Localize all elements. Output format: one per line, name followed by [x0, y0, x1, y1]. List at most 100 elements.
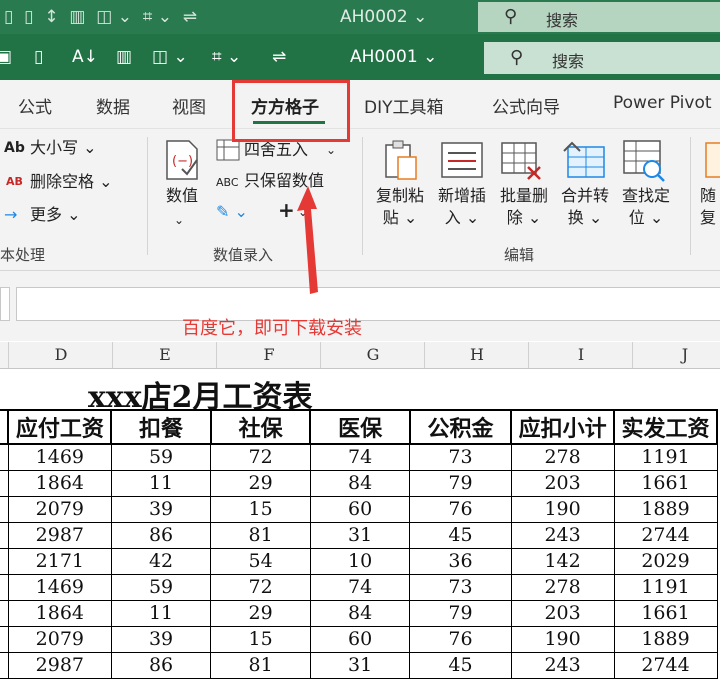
- table-cell[interactable]: 74: [309, 573, 411, 601]
- header-cell[interactable]: 应付工资: [7, 409, 113, 445]
- table-cell[interactable]: 45: [409, 521, 512, 549]
- column-header-h[interactable]: H: [424, 342, 529, 368]
- column-header-c[interactable]: [0, 342, 8, 368]
- table-cell[interactable]: 1661: [613, 469, 718, 497]
- table-cell[interactable]: [0, 495, 9, 523]
- table-cell[interactable]: 84: [309, 599, 411, 627]
- table-cell[interactable]: 2987: [7, 651, 112, 679]
- table-cell[interactable]: 81: [210, 521, 311, 549]
- table-cell[interactable]: 36: [409, 547, 512, 575]
- table-cell[interactable]: 2079: [7, 625, 112, 653]
- table-cell[interactable]: 2171: [7, 547, 112, 575]
- table-cell[interactable]: 1191: [613, 573, 718, 601]
- header-cell[interactable]: [0, 409, 10, 445]
- table-cell[interactable]: 243: [510, 651, 615, 679]
- table-cell[interactable]: 10: [309, 547, 411, 575]
- header-cell[interactable]: 应扣小计: [510, 409, 616, 445]
- table-cell[interactable]: 60: [309, 625, 411, 653]
- column-header-i[interactable]: I: [528, 342, 633, 368]
- table-cell[interactable]: 2029: [613, 547, 718, 575]
- table-cell[interactable]: 278: [510, 573, 615, 601]
- table-cell[interactable]: [0, 547, 9, 575]
- table-cell[interactable]: 74: [309, 443, 411, 471]
- table-row: 1864 11 29 84 79 203 1661: [0, 599, 718, 627]
- table-cell[interactable]: [0, 573, 9, 601]
- column-header-f[interactable]: F: [216, 342, 321, 368]
- table-cell[interactable]: 29: [210, 599, 311, 627]
- table-cell[interactable]: 39: [110, 495, 212, 523]
- column-header-row: D E F G H I J: [0, 342, 720, 369]
- table-cell[interactable]: 81: [210, 651, 311, 679]
- table-cell[interactable]: 1889: [613, 625, 718, 653]
- table-cell[interactable]: [0, 521, 9, 549]
- column-header-g[interactable]: G: [320, 342, 425, 368]
- column-header-d[interactable]: D: [8, 342, 113, 368]
- table-cell[interactable]: 31: [309, 521, 411, 549]
- table-cell[interactable]: 243: [510, 521, 615, 549]
- table-cell[interactable]: 1864: [7, 469, 112, 497]
- salary-table: 应付工资 扣餐 社保 医保 公积金 应扣小计 实发工资 1469 59 72 74 73…: [0, 409, 718, 679]
- table-row: 1864 11 29 84 79 203 1661: [0, 469, 718, 497]
- table-cell[interactable]: 1889: [613, 495, 718, 523]
- table-cell[interactable]: 11: [110, 469, 212, 497]
- table-cell[interactable]: 15: [210, 495, 311, 523]
- table-row: 2987 86 81 31 45 243 2744: [0, 651, 718, 679]
- table-cell[interactable]: [0, 651, 9, 679]
- table-cell[interactable]: 76: [409, 495, 512, 523]
- table-cell[interactable]: 2744: [613, 651, 718, 679]
- table-cell[interactable]: 190: [510, 495, 615, 523]
- header-cell[interactable]: 实发工资: [613, 409, 718, 445]
- table-cell[interactable]: [0, 469, 9, 497]
- table-row: 2079 39 15 60 76 190 1889: [0, 495, 718, 523]
- table-cell[interactable]: 42: [110, 547, 212, 575]
- table-cell[interactable]: 54: [210, 547, 311, 575]
- table-cell[interactable]: 203: [510, 599, 615, 627]
- table-cell[interactable]: 72: [210, 573, 311, 601]
- header-cell[interactable]: 社保: [209, 409, 312, 445]
- column-header-e[interactable]: E: [112, 342, 217, 368]
- header-cell[interactable]: 医保: [309, 409, 411, 445]
- table-row: 2987 86 81 31 45 243 2744: [0, 521, 718, 549]
- table-header-row: 应付工资 扣餐 社保 医保 公积金 应扣小计 实发工资: [0, 409, 718, 445]
- table-cell[interactable]: 142: [510, 547, 615, 575]
- table-cell[interactable]: 2987: [7, 521, 112, 549]
- table-cell[interactable]: [0, 599, 9, 627]
- annotation-text: 百度它，即可下载安装: [182, 318, 362, 339]
- table-cell[interactable]: 73: [409, 573, 512, 601]
- table-cell[interactable]: 2744: [613, 521, 718, 549]
- table-cell[interactable]: 1191: [613, 443, 718, 471]
- table-cell[interactable]: [0, 443, 9, 471]
- table-row: 1469 59 72 74 73 278 1191: [0, 573, 718, 601]
- table-cell[interactable]: 73: [409, 443, 512, 471]
- table-cell[interactable]: 76: [409, 625, 512, 653]
- table-cell[interactable]: 203: [510, 469, 615, 497]
- table-cell[interactable]: 60: [309, 495, 411, 523]
- table-cell[interactable]: 79: [409, 599, 512, 627]
- table-cell[interactable]: 29: [210, 469, 311, 497]
- table-cell[interactable]: 190: [510, 625, 615, 653]
- header-cell[interactable]: 公积金: [408, 409, 513, 445]
- table-row: 2171 42 54 10 36 142 2029: [0, 547, 718, 575]
- table-cell[interactable]: [0, 625, 9, 653]
- table-cell[interactable]: 31: [309, 651, 411, 679]
- table-cell[interactable]: 11: [110, 599, 212, 627]
- table-cell[interactable]: 59: [110, 443, 212, 471]
- table-cell[interactable]: 45: [409, 651, 512, 679]
- table-cell[interactable]: 59: [110, 573, 212, 601]
- table-cell[interactable]: 2079: [7, 495, 112, 523]
- table-cell[interactable]: 84: [309, 469, 411, 497]
- table-cell[interactable]: 86: [110, 651, 212, 679]
- table-cell[interactable]: 79: [409, 469, 512, 497]
- column-header-j[interactable]: J: [632, 342, 720, 368]
- header-cell[interactable]: 扣餐: [110, 409, 212, 445]
- table-row: 1469 59 72 74 73 278 1191: [0, 443, 718, 471]
- table-cell[interactable]: 39: [110, 625, 212, 653]
- table-cell[interactable]: 1469: [7, 443, 112, 471]
- table-cell[interactable]: 278: [510, 443, 615, 471]
- table-cell[interactable]: 72: [210, 443, 311, 471]
- table-cell[interactable]: 15: [210, 625, 311, 653]
- table-cell[interactable]: 86: [110, 521, 212, 549]
- table-cell[interactable]: 1469: [7, 573, 112, 601]
- table-cell[interactable]: 1864: [7, 599, 112, 627]
- table-cell[interactable]: 1661: [613, 599, 718, 627]
